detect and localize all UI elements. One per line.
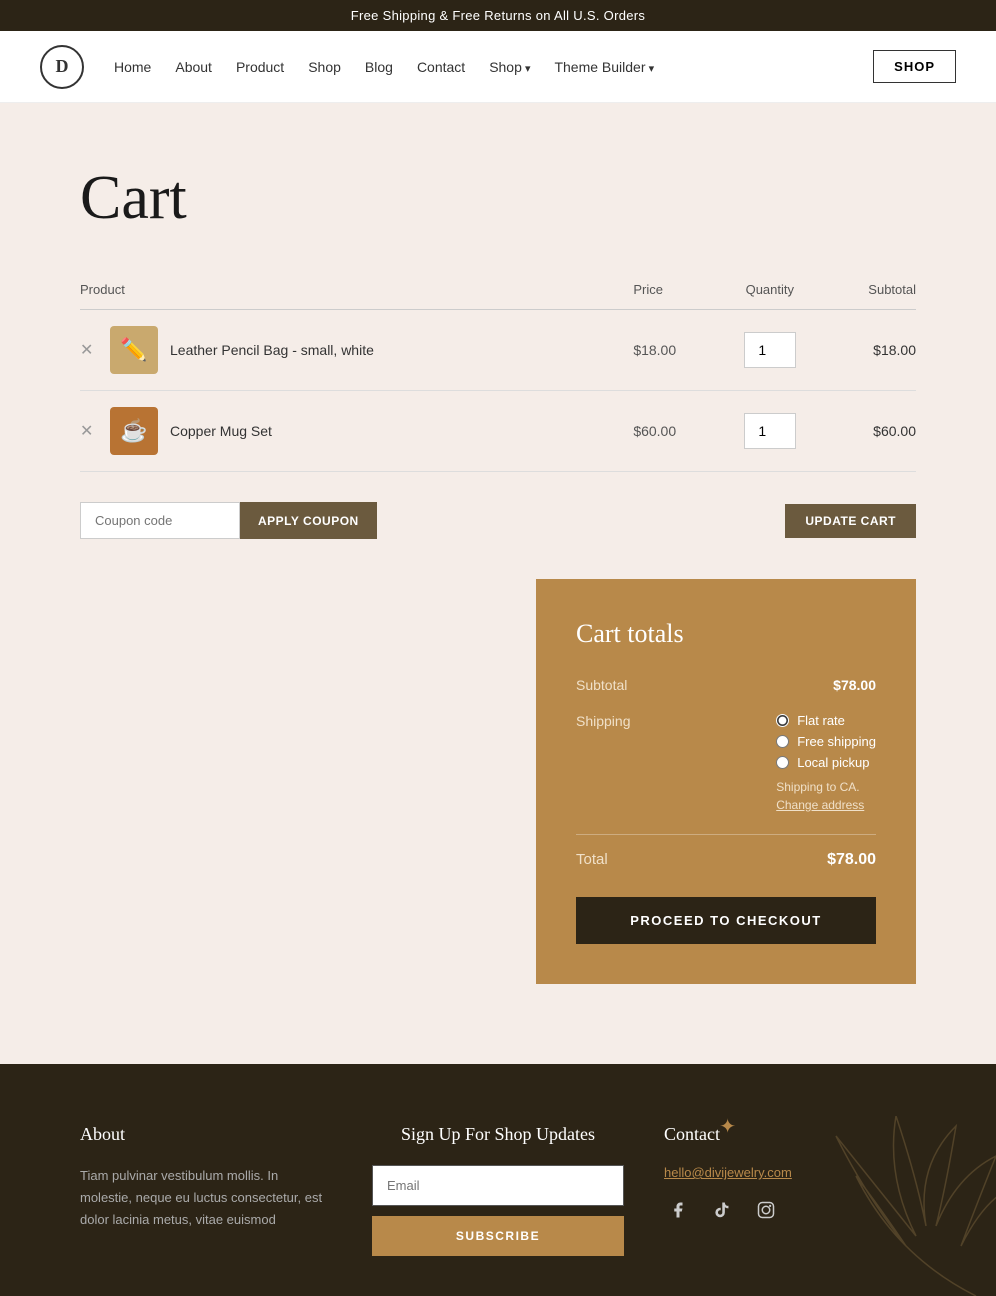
product-thumb-1 xyxy=(110,326,158,374)
nav-blog[interactable]: Blog xyxy=(365,59,393,75)
banner-text: Free Shipping & Free Returns on All U.S.… xyxy=(351,8,645,23)
quantity-input-2[interactable] xyxy=(744,413,796,449)
shipping-radio-local[interactable] xyxy=(776,756,789,769)
change-address-link[interactable]: Change address xyxy=(776,798,864,812)
nav-theme-builder[interactable]: Theme Builder xyxy=(554,59,654,75)
total-row: Total $78.00 xyxy=(576,851,876,869)
product-subtotal-1: $18.00 xyxy=(821,310,916,391)
footer-contact-email[interactable]: hello@divijewelry.com xyxy=(664,1165,916,1180)
shipping-free-label: Free shipping xyxy=(797,734,876,749)
main-nav: Home About Product Shop Blog Contact Sho… xyxy=(114,59,873,75)
shipping-option-free[interactable]: Free shipping xyxy=(776,734,876,749)
shipping-radio-flat[interactable] xyxy=(776,714,789,727)
table-row: ✕ Leather Pencil Bag - small, white $18.… xyxy=(80,310,916,391)
page-title: Cart xyxy=(80,163,916,234)
social-icons xyxy=(664,1196,916,1224)
main-content: Cart Product Price Quantity Subtotal ✕ L… xyxy=(0,103,996,1064)
shipping-note: Shipping to CA. Change address xyxy=(776,778,876,814)
product-cell-1: Leather Pencil Bag - small, white xyxy=(110,326,633,374)
product-name-1: Leather Pencil Bag - small, white xyxy=(170,342,374,358)
header: D Home About Product Shop Blog Contact S… xyxy=(0,31,996,103)
table-row: ✕ Copper Mug Set $60.00 $60.00 xyxy=(80,391,916,472)
col-quantity: Quantity xyxy=(718,274,821,310)
nav-home[interactable]: Home xyxy=(114,59,151,75)
product-cell-2: Copper Mug Set xyxy=(110,407,633,455)
product-price-1: $18.00 xyxy=(633,310,718,391)
tiktok-icon[interactable] xyxy=(708,1196,736,1224)
cart-table: Product Price Quantity Subtotal ✕ Leathe… xyxy=(80,274,916,472)
shipping-flat-label: Flat rate xyxy=(797,713,845,728)
shipping-option-local[interactable]: Local pickup xyxy=(776,755,876,770)
shipping-row: Shipping Flat rate Free shipping xyxy=(576,713,876,814)
nav-product[interactable]: Product xyxy=(236,59,284,75)
footer: ✦ About Tiam pulvinar vestibulum mollis.… xyxy=(0,1064,996,1296)
logo[interactable]: D xyxy=(40,45,84,89)
col-price: Price xyxy=(633,274,718,310)
footer-email-input[interactable] xyxy=(372,1165,624,1206)
apply-coupon-button[interactable]: APPLY COUPON xyxy=(240,502,377,539)
product-price-2: $60.00 xyxy=(633,391,718,472)
product-thumb-2 xyxy=(110,407,158,455)
footer-contact-title: Contact xyxy=(664,1124,916,1145)
shipping-label: Shipping xyxy=(576,713,631,814)
cart-actions: APPLY COUPON UPDATE CART xyxy=(80,502,916,539)
subtotal-label: Subtotal xyxy=(576,677,627,693)
update-cart-button[interactable]: UPDATE CART xyxy=(785,504,916,538)
product-name-2: Copper Mug Set xyxy=(170,423,272,439)
quantity-input-1[interactable] xyxy=(744,332,796,368)
nav-about[interactable]: About xyxy=(175,59,212,75)
footer-signup: Sign Up For Shop Updates SUBSCRIBE xyxy=(372,1124,624,1256)
nav-shop[interactable]: Shop xyxy=(308,59,341,75)
cart-totals: Cart totals Subtotal $78.00 Shipping Fla… xyxy=(536,579,916,984)
shop-header-button[interactable]: SHOP xyxy=(873,50,956,83)
shipping-options: Flat rate Free shipping Local pickup xyxy=(776,713,876,770)
shipping-options-container: Flat rate Free shipping Local pickup Shi… xyxy=(776,713,876,814)
total-value: $78.00 xyxy=(827,851,876,869)
footer-grid: About Tiam pulvinar vestibulum mollis. I… xyxy=(80,1124,916,1256)
instagram-icon[interactable] xyxy=(752,1196,780,1224)
total-label: Total xyxy=(576,851,608,869)
product-subtotal-2: $60.00 xyxy=(821,391,916,472)
coupon-area: APPLY COUPON xyxy=(80,502,377,539)
cart-totals-wrapper: Cart totals Subtotal $78.00 Shipping Fla… xyxy=(80,579,916,984)
proceed-checkout-button[interactable]: PROCEED TO CHECKOUT xyxy=(576,897,876,944)
shipping-option-flat[interactable]: Flat rate xyxy=(776,713,876,728)
cart-totals-title: Cart totals xyxy=(576,619,876,649)
nav-contact[interactable]: Contact xyxy=(417,59,465,75)
facebook-icon[interactable] xyxy=(664,1196,692,1224)
subtotal-row: Subtotal $78.00 xyxy=(576,677,876,693)
footer-signup-title: Sign Up For Shop Updates xyxy=(372,1124,624,1145)
footer-about: About Tiam pulvinar vestibulum mollis. I… xyxy=(80,1124,332,1256)
remove-item-1-button[interactable]: ✕ xyxy=(80,340,101,360)
shipping-local-label: Local pickup xyxy=(797,755,869,770)
footer-about-text: Tiam pulvinar vestibulum mollis. In mole… xyxy=(80,1165,332,1231)
top-banner: Free Shipping & Free Returns on All U.S.… xyxy=(0,0,996,31)
col-subtotal: Subtotal xyxy=(821,274,916,310)
subscribe-button[interactable]: SUBSCRIBE xyxy=(372,1216,624,1256)
shipping-radio-free[interactable] xyxy=(776,735,789,748)
col-product: Product xyxy=(80,274,633,310)
subtotal-value: $78.00 xyxy=(833,677,876,693)
nav-shop-dropdown[interactable]: Shop xyxy=(489,59,530,75)
footer-about-title: About xyxy=(80,1124,332,1145)
remove-item-2-button[interactable]: ✕ xyxy=(80,421,101,441)
coupon-input[interactable] xyxy=(80,502,240,539)
footer-contact: Contact hello@divijewelry.com xyxy=(664,1124,916,1256)
